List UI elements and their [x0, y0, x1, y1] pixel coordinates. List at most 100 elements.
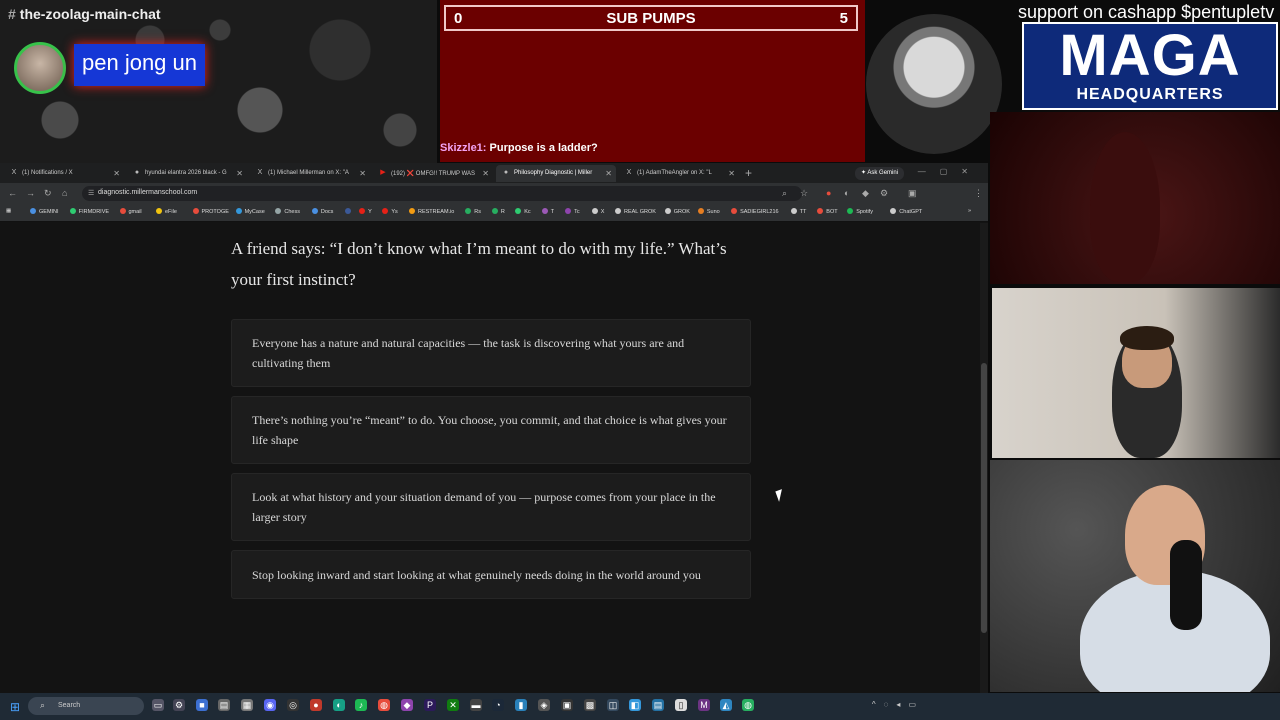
site-info-icon[interactable]: ☰ — [88, 189, 94, 197]
app-icon[interactable]: ◉ — [264, 699, 276, 711]
bookmark-item[interactable]: Chess — [275, 208, 300, 215]
extension-icon[interactable]: ● — [826, 188, 831, 198]
battery-icon[interactable]: ▭ — [908, 700, 924, 709]
bookmark-item[interactable]: MyCase — [235, 208, 265, 215]
bookmark-item[interactable]: T — [541, 208, 554, 215]
chevron-up-icon[interactable]: ^ — [872, 700, 884, 709]
apps-grid-icon[interactable]: ▦ — [6, 208, 11, 214]
browser-tab[interactable]: ▶ (192) ❌ OMFG!! TRUMP WAS ✕ — [373, 165, 493, 182]
settings-icon[interactable]: ⚙ — [173, 699, 185, 711]
extension-icon[interactable]: ◐ — [844, 188, 849, 198]
premiere-icon[interactable]: P — [424, 699, 436, 711]
browser-tab[interactable]: X (1) AdamTheAngler on X: "L ✕ — [619, 165, 739, 182]
windows-start-icon[interactable]: ⊞ — [10, 700, 20, 714]
steam-icon[interactable]: ◔ — [492, 699, 504, 711]
minimize-icon[interactable]: — — [918, 167, 940, 176]
star-icon[interactable]: ☆ — [800, 188, 808, 199]
bookmark-item[interactable]: Suno — [697, 208, 720, 215]
bookmark-item[interactable]: TT — [790, 208, 806, 215]
app-icon[interactable]: ◍ — [742, 699, 754, 711]
scroll-thumb[interactable] — [981, 363, 987, 633]
bookmark-item[interactable]: Y — [359, 208, 372, 215]
app-icon[interactable]: ◧ — [629, 699, 641, 711]
close-icon[interactable]: ✕ — [482, 169, 489, 178]
extension-icon[interactable]: ◆ — [862, 188, 869, 199]
close-icon[interactable]: ✕ — [359, 169, 366, 178]
close-icon[interactable]: ✕ — [113, 169, 120, 178]
bookmark-item[interactable]: ChatGPT — [890, 208, 922, 215]
bookmark-item[interactable]: Docs — [311, 208, 333, 215]
app-icon[interactable]: ◭ — [720, 699, 732, 711]
bookmark-item[interactable]: GROK — [664, 208, 690, 215]
scrollbar[interactable] — [980, 223, 988, 693]
back-icon[interactable]: ← — [8, 188, 17, 198]
extensions-puzzle-icon[interactable]: ⚙ — [880, 188, 888, 199]
forward-icon[interactable]: → — [26, 188, 35, 198]
app-icon[interactable]: ◈ — [538, 699, 550, 711]
app-icon[interactable]: ▯ — [675, 699, 687, 711]
bookmark-item[interactable]: PROTOGE — [192, 208, 229, 215]
app-icon[interactable]: ▮ — [515, 699, 527, 711]
app-icon[interactable]: ◫ — [607, 699, 619, 711]
ask-gemini-button[interactable]: ✦ Ask Gemini — [855, 167, 905, 180]
spotify-icon[interactable]: ♪ — [355, 699, 367, 711]
bookmark-item[interactable]: Rs — [465, 208, 481, 215]
bookmark-item[interactable]: gmail — [119, 208, 142, 215]
reload-icon[interactable]: ↻ — [44, 188, 52, 199]
close-icon[interactable]: ✕ — [728, 169, 735, 178]
system-tray[interactable]: ^◌◂▭ — [872, 700, 924, 709]
bookmark-item[interactable]: GEMINI — [30, 208, 59, 215]
app-icon[interactable]: ▦ — [241, 699, 253, 711]
browser-tab[interactable]: ● hyundai elantra 2026 black - G ✕ — [127, 165, 247, 182]
bookmark-item[interactable]: BOT — [817, 208, 838, 215]
app-icon[interactable]: ● — [310, 699, 322, 711]
answer-option[interactable]: Look at what history and your situation … — [231, 473, 751, 541]
browser-tab-active[interactable]: ● Philosophy Diagnostic | Miller ✕ — [496, 165, 616, 182]
new-tab-button[interactable]: + — [745, 166, 752, 180]
bookmark-item[interactable]: X — [591, 208, 604, 215]
app-icon[interactable]: ■ — [196, 699, 208, 711]
close-icon[interactable]: ✕ — [236, 169, 243, 178]
home-icon[interactable]: ⌂ — [62, 188, 67, 198]
app-icon[interactable]: ▤ — [652, 699, 664, 711]
volume-icon[interactable]: ◂ — [896, 700, 908, 709]
network-icon[interactable]: ◌ — [884, 700, 897, 709]
bookmark-item[interactable]: REAL GROK — [615, 208, 656, 215]
answer-option[interactable]: There’s nothing you’re “meant” to do. Yo… — [231, 396, 751, 464]
bookmark-item[interactable]: R — [491, 208, 505, 215]
answer-option[interactable]: Stop looking inward and start looking at… — [231, 550, 751, 599]
bookmark-item[interactable]: Tc — [565, 208, 580, 215]
app-icon[interactable]: ▤ — [218, 699, 230, 711]
bookmark-item[interactable] — [345, 208, 354, 215]
app-icon[interactable]: ▣ — [561, 699, 573, 711]
bookmark-item[interactable]: Kc — [515, 208, 531, 215]
maximize-icon[interactable]: ▢ — [940, 167, 962, 176]
bookmark-item[interactable]: SADIEGIRL216 — [731, 208, 779, 215]
browser-tab[interactable]: X (1) Notifications / X ✕ — [4, 165, 124, 182]
bookmark-item[interactable]: eFile — [156, 208, 177, 215]
app-icon[interactable]: ◆ — [401, 699, 413, 711]
app-icon[interactable]: ◎ — [287, 699, 299, 711]
browser-tab[interactable]: X (1) Michael Millerman on X: "A ✕ — [250, 165, 370, 182]
taskview-icon[interactable]: ▭ — [152, 699, 164, 711]
chrome-icon[interactable]: ◍ — [378, 699, 390, 711]
app-icon[interactable]: ◐ — [333, 699, 345, 711]
zoom-icon[interactable]: ⌕ — [782, 188, 787, 199]
address-bar[interactable]: ☰ diagnostic.millermanschool.com — [82, 186, 802, 201]
close-icon[interactable]: ✕ — [605, 169, 612, 178]
xbox-icon[interactable]: ✕ — [447, 699, 459, 711]
bookmark-item[interactable]: Spotify — [847, 208, 873, 215]
chevron-right-icon[interactable]: » — [968, 208, 971, 214]
bookmark-item[interactable]: Ys — [382, 208, 398, 215]
bookmark-item[interactable]: RESTREAM.io — [409, 208, 454, 215]
app-icon[interactable]: M — [698, 699, 710, 711]
close-window-icon[interactable]: ✕ — [961, 167, 982, 176]
answer-option[interactable]: Everyone has a nature and natural capaci… — [231, 319, 751, 387]
menu-icon[interactable]: ⋮ — [974, 188, 983, 199]
app-icon[interactable]: ▬ — [470, 699, 482, 711]
window-controls[interactable]: —▢✕ — [918, 167, 982, 176]
taskbar-search[interactable]: ⌕ Search — [28, 697, 144, 715]
app-icon[interactable]: ▩ — [584, 699, 596, 711]
bookmark-item[interactable]: FIRMDRIVE — [69, 208, 109, 215]
sidepanel-icon[interactable]: ▣ — [908, 188, 917, 199]
